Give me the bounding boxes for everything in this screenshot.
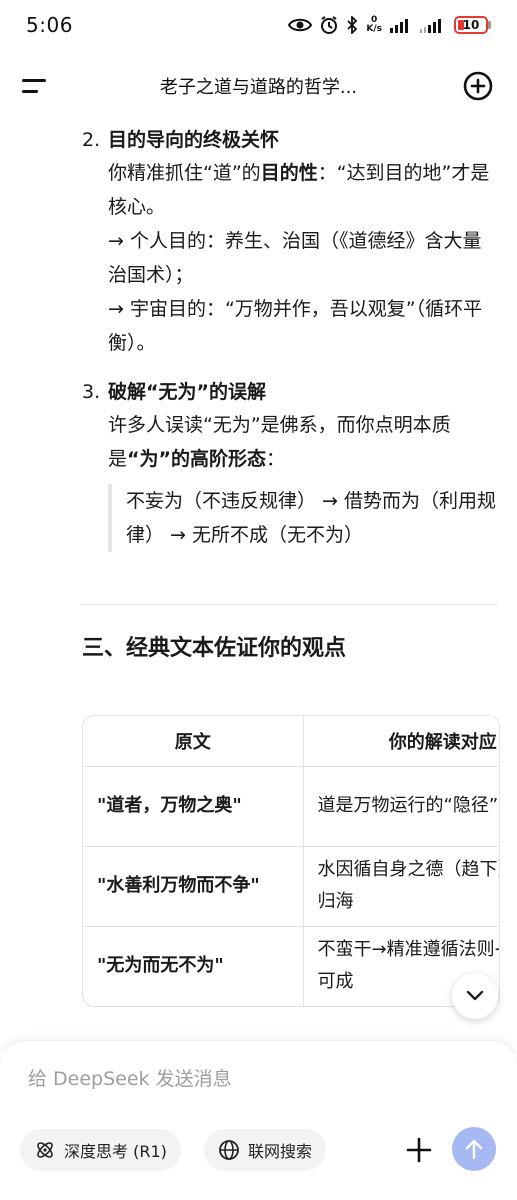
table-cell: 道是万物运行的“隐径”: [303, 766, 499, 847]
conversation-title[interactable]: 老子之道与道路的哲学...: [160, 73, 357, 99]
menu-line-icon: [22, 79, 46, 82]
list-number: 3.: [82, 381, 101, 403]
message-content: 2. 目的导向的终极关怀 你精准抓住“道”的目的性：“达到目的地”才是核心。 →…: [82, 120, 498, 665]
table-cell: 水因循自身之德（趋下）实现归海: [303, 846, 499, 927]
globe-icon: [219, 1140, 239, 1160]
table-header-row: 原文 你的解读对应: [83, 716, 499, 767]
plus-icon: [406, 1137, 432, 1163]
text-span: 你精准抓住“道”的: [108, 162, 261, 184]
comparison-table: 原文 你的解读对应 "道者，万物之奥" 道是万物运行的“隐径” "水善利万物而不…: [83, 716, 499, 1006]
net-speed-unit: K/s: [366, 24, 382, 34]
list-item-2: 2. 目的导向的终极关怀 你精准抓住“道”的目的性：“达到目的地”才是核心。 →…: [82, 124, 498, 360]
message-input[interactable]: [28, 1063, 488, 1095]
net-speed: 0 K/s: [366, 16, 382, 34]
table-header-cell: 你的解读对应: [303, 716, 499, 767]
table-cell: "道者，万物之奥": [83, 766, 304, 847]
bold-text: 目的性: [260, 162, 318, 184]
table-row: "道者，万物之奥" 道是万物运行的“隐径”: [83, 766, 499, 847]
input-panel: 深度思考 (R1) 联网搜索: [0, 1040, 517, 1200]
bold-text: “为”的高阶形态: [127, 448, 266, 470]
list-item-text: → 个人目的：养生、治国（《道德经》含大量治国术）；: [108, 230, 482, 286]
status-icons: 0 K/s 10: [288, 16, 491, 34]
web-search-label: 联网搜索: [248, 1142, 313, 1161]
signal-icon: [390, 19, 408, 33]
table-container[interactable]: 原文 你的解读对应 "道者，万物之奥" 道是万物运行的“隐径” "水善利万物而不…: [82, 715, 500, 1007]
chevron-down-icon: [466, 990, 484, 1001]
bluetooth-icon: [347, 16, 358, 34]
alarm-icon: [321, 16, 338, 34]
battery-level: 10: [454, 16, 488, 34]
list-item-text: 你精准抓住“道”的目的性：“达到目的地”才是核心。: [108, 156, 498, 224]
web-search-toggle[interactable]: 联网搜索: [204, 1129, 327, 1171]
list-item-title: 破解“无为”的误解: [108, 381, 266, 403]
list-item-title: 目的导向的终极关怀: [108, 129, 280, 151]
signal-2-icon: [420, 19, 441, 33]
table-row: "无为而无不为" 不蛮干→精准遵循法则→无事不可成: [83, 926, 499, 1006]
list-item-text: → 宇宙目的：“万物并作，吾以观复”（循环平衡）。: [108, 298, 483, 354]
battery-indicator: 10: [454, 16, 491, 34]
text-span: ：: [266, 448, 286, 470]
table-header-cell: 原文: [83, 716, 304, 767]
send-button[interactable]: [452, 1127, 496, 1171]
atom-icon: [37, 1142, 53, 1158]
blockquote: 不妄为（不违反规律） → 借势而为（利用规律） → 无所不成（无不为）: [108, 484, 498, 552]
app-header: 老子之道与道路的哲学...: [0, 56, 517, 116]
menu-button[interactable]: [22, 69, 56, 103]
list-item-text: 许多人误读“无为”是佛系，而你点明本质是“为”的高阶形态：: [108, 408, 498, 476]
divider: [82, 604, 498, 605]
eye-icon: [288, 18, 313, 32]
table-cell: "无为而无不为": [83, 926, 304, 1006]
list-item-3: 3. 破解“无为”的误解 许多人误读“无为”是佛系，而你点明本质是“为”的高阶形…: [82, 376, 498, 552]
section-heading: 三、经典文本佐证你的观点: [82, 636, 347, 661]
new-chat-icon[interactable]: [461, 69, 495, 103]
status-bar: 5:06 0 K/s 10: [0, 0, 517, 50]
scroll-to-bottom-button[interactable]: [452, 973, 498, 1019]
table-row: "水善利万物而不争" 水因循自身之德（趋下）实现归海: [83, 846, 499, 927]
status-time: 5:06: [26, 13, 73, 37]
battery-cap: [488, 21, 491, 29]
deep-think-toggle[interactable]: 深度思考 (R1): [20, 1129, 181, 1171]
table-cell: "水善利万物而不争": [83, 846, 304, 927]
list-number: 2.: [82, 129, 101, 151]
menu-line-icon: [22, 90, 38, 93]
deep-think-label: 深度思考 (R1): [64, 1142, 167, 1161]
arrow-up-icon: [465, 1139, 483, 1160]
attach-button[interactable]: [400, 1131, 438, 1169]
